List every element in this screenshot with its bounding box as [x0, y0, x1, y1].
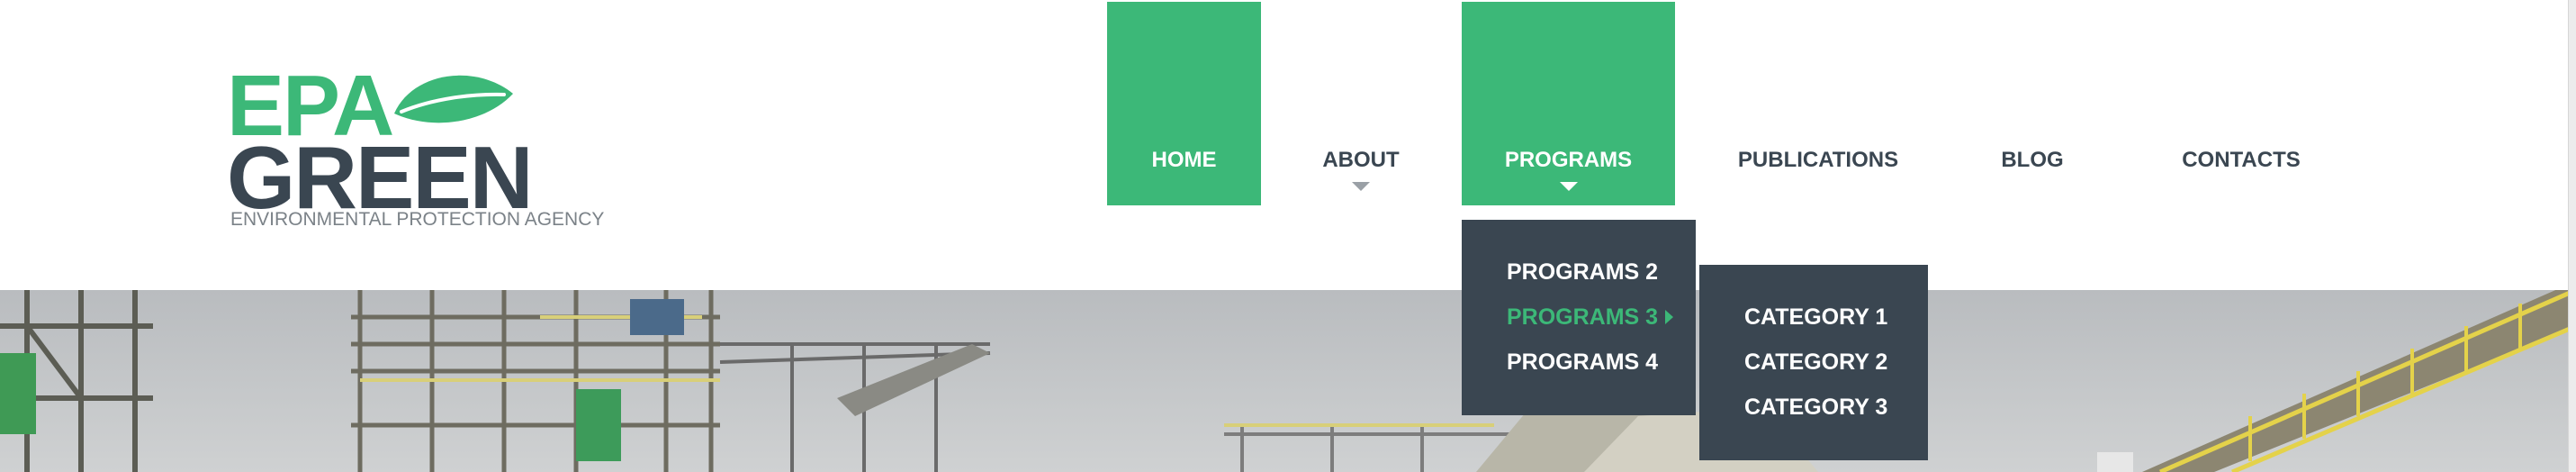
- submenu-item-category-3[interactable]: CATEGORY 3: [1699, 389, 1928, 425]
- caret-down-icon: [1352, 182, 1370, 191]
- dropdown-item-label: PROGRAMS 4: [1507, 349, 1659, 375]
- dropdown-item-programs-4[interactable]: PROGRAMS 4: [1462, 344, 1696, 380]
- dropdown-item-label: PROGRAMS 3: [1507, 304, 1659, 330]
- nav-label: HOME: [1151, 148, 1217, 172]
- nav-label: PROGRAMS: [1504, 148, 1633, 172]
- submenu-item-label: CATEGORY 2: [1744, 349, 1888, 375]
- submenu-item-label: CATEGORY 3: [1744, 395, 1888, 420]
- nav-label: CONTACTS: [2182, 148, 2301, 172]
- submenu-item-category-1[interactable]: CATEGORY 1: [1699, 299, 1928, 335]
- hero-image: [0, 290, 2576, 472]
- nav-item-programs[interactable]: PROGRAMS: [1462, 2, 1675, 205]
- nav-label: PUBLICATIONS: [1737, 148, 1899, 172]
- caret-down-icon: [1559, 182, 1578, 191]
- dropdown-item-programs-2[interactable]: PROGRAMS 2: [1462, 254, 1696, 290]
- nav-item-contacts[interactable]: CONTACTS: [2151, 2, 2331, 205]
- programs-dropdown: PROGRAMS 2 PROGRAMS 3 PROGRAMS 4: [1462, 220, 1696, 415]
- caret-right-icon: [1665, 310, 1673, 324]
- nav-item-about[interactable]: ABOUT: [1296, 2, 1426, 205]
- dropdown-item-programs-3[interactable]: PROGRAMS 3: [1462, 299, 1696, 335]
- submenu-item-category-2[interactable]: CATEGORY 2: [1699, 344, 1928, 380]
- leaf-icon: [394, 75, 513, 123]
- site-logo[interactable]: EPA GREEN ENVIRONMENTAL PROTECTION AGENC…: [227, 63, 605, 234]
- logo-tagline: ENVIRONMENTAL PROTECTION AGENCY: [230, 209, 605, 230]
- nav-label: ABOUT: [1322, 148, 1400, 172]
- industrial-plant-image: [0, 290, 2576, 472]
- site-header: EPA GREEN ENVIRONMENTAL PROTECTION AGENC…: [0, 0, 2576, 290]
- nav-item-home[interactable]: HOME: [1107, 2, 1261, 205]
- page-scrollbar[interactable]: [2568, 0, 2576, 472]
- dropdown-item-label: PROGRAMS 2: [1507, 259, 1659, 285]
- nav-item-blog[interactable]: BLOG: [1962, 2, 2103, 205]
- nav-label: BLOG: [2001, 148, 2064, 172]
- category-submenu: CATEGORY 1 CATEGORY 2 CATEGORY 3: [1699, 265, 1928, 460]
- submenu-item-label: CATEGORY 1: [1744, 304, 1888, 330]
- nav-item-publications[interactable]: PUBLICATIONS: [1710, 2, 1926, 205]
